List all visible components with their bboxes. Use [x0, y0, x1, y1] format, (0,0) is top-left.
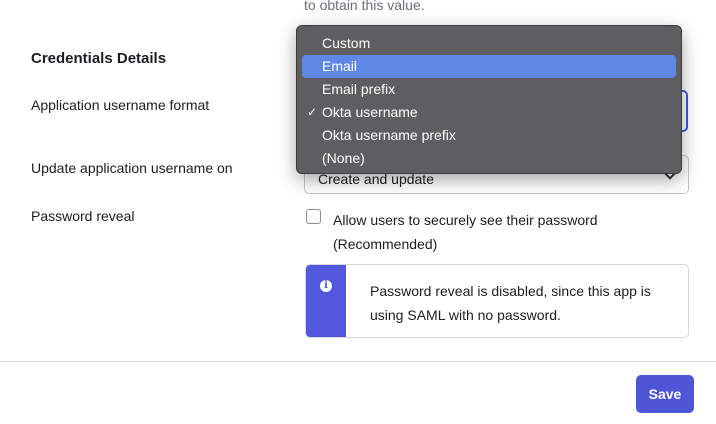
username-format-dropdown: Custom Email Email prefix ✓ Okta usernam…	[296, 25, 682, 174]
section-title: Credentials Details	[31, 50, 167, 67]
callout-text: Password reveal is disabled, since this …	[370, 283, 651, 323]
save-button[interactable]: Save	[636, 375, 694, 413]
footer-divider	[0, 361, 716, 362]
dropdown-option-email-prefix[interactable]: Email prefix	[302, 78, 676, 101]
password-reveal-checkbox[interactable]	[306, 209, 321, 224]
dropdown-option-okta-username[interactable]: ✓ Okta username	[302, 101, 676, 124]
dropdown-option-email[interactable]: Email	[302, 55, 676, 78]
dropdown-option-custom[interactable]: Custom	[302, 32, 676, 55]
password-reveal-label: Password reveal	[31, 208, 135, 224]
dropdown-option-none[interactable]: (None)	[302, 147, 676, 170]
help-text: to obtain this value.	[304, 0, 425, 13]
password-reveal-checkbox-label[interactable]: Allow users to securely see their passwo…	[333, 208, 673, 256]
dropdown-option-okta-username-prefix[interactable]: Okta username prefix	[302, 124, 676, 147]
checkmark-icon: ✓	[307, 105, 318, 119]
info-icon: i	[320, 280, 332, 292]
callout-accent-bar: i	[306, 265, 346, 337]
username-format-label: Application username format	[31, 97, 210, 113]
info-callout: i Password reveal is disabled, since thi…	[305, 264, 689, 338]
update-username-label: Update application username on	[31, 160, 233, 176]
